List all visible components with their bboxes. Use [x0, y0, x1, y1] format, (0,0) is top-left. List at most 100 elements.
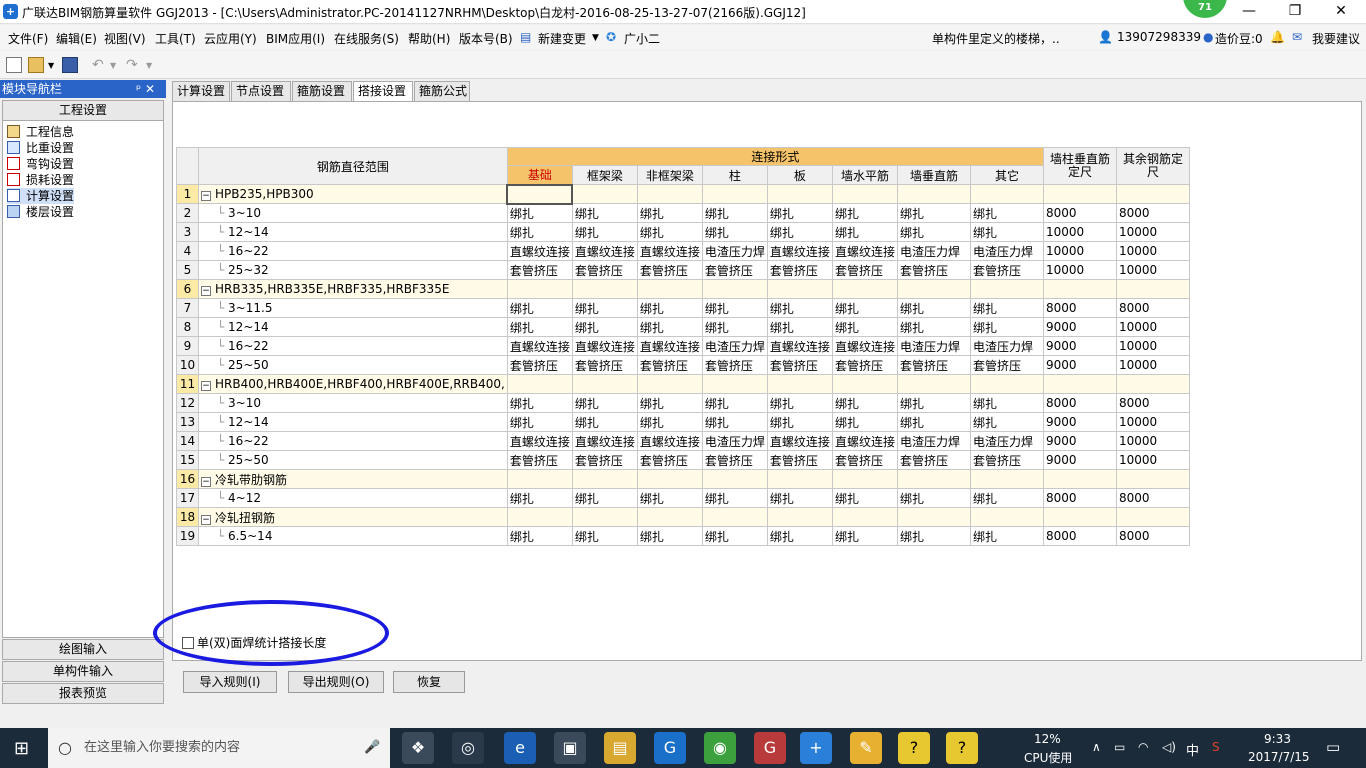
grid-cell[interactable]: 直螺纹连接 — [766, 431, 833, 451]
grid-cell[interactable] — [506, 469, 573, 489]
grid-cell[interactable]: 套管挤压 — [896, 260, 971, 280]
close-button[interactable]: ✕ — [1318, 0, 1364, 24]
grid-cell[interactable] — [1115, 374, 1190, 394]
nav-item-density[interactable]: 比重设置 — [7, 140, 74, 156]
nav-report-preview[interactable]: 报表预览 — [2, 683, 164, 704]
grid-cell[interactable]: 绑扎 — [831, 298, 898, 318]
grid-cell[interactable]: 电渣压力焊 — [896, 431, 971, 451]
grid-cell[interactable]: 10000 — [1115, 336, 1190, 356]
notifications-icon[interactable]: ▭ — [1326, 738, 1340, 756]
grid-cell[interactable]: 绑扎 — [969, 222, 1044, 242]
redo-dropdown-icon[interactable]: ▼ — [146, 61, 162, 77]
grid-cell[interactable]: 绑扎 — [571, 222, 638, 242]
grid-cell[interactable]: 绑扎 — [571, 317, 638, 337]
group-label[interactable]: − 冷轧扭钢筋 — [198, 507, 508, 527]
grid-cell[interactable] — [571, 184, 638, 204]
grid-cell[interactable] — [1115, 184, 1190, 204]
row-number[interactable]: 3 — [176, 222, 199, 242]
help-app-2-icon[interactable]: ? — [946, 732, 978, 764]
row-number[interactable]: 9 — [176, 336, 199, 356]
range-label[interactable]: └ 12~14 — [198, 317, 508, 337]
import-rules-button[interactable]: 导入规则(I) — [183, 671, 277, 693]
grid-cell[interactable] — [831, 279, 898, 299]
grid-cell[interactable]: 8000 — [1042, 298, 1117, 318]
grid-cell[interactable]: 绑扎 — [831, 488, 898, 508]
grid-cell[interactable] — [896, 184, 971, 204]
row-number[interactable]: 4 — [176, 241, 199, 261]
grid-cell[interactable]: 直螺纹连接 — [636, 241, 703, 261]
grid-cell[interactable]: 绑扎 — [896, 526, 971, 546]
app-g-icon[interactable]: G — [654, 732, 686, 764]
grid-cell[interactable]: 8000 — [1115, 393, 1190, 413]
nav-item-hook[interactable]: 弯钩设置 — [7, 156, 74, 172]
microphone-icon[interactable]: 🎤 — [364, 728, 380, 768]
grid-cell[interactable]: 10000 — [1115, 431, 1190, 451]
grid-cell[interactable]: 直螺纹连接 — [571, 241, 638, 261]
user-phone[interactable]: 13907298339 — [1117, 30, 1201, 44]
grid-cell[interactable]: 套管挤压 — [506, 260, 573, 280]
grid-cell[interactable]: 电渣压力焊 — [896, 241, 971, 261]
grid-cell[interactable]: 绑扎 — [571, 298, 638, 318]
browser-icon[interactable]: ◎ — [452, 732, 484, 764]
grid-cell[interactable]: 10000 — [1115, 450, 1190, 470]
collapse-icon[interactable]: − — [201, 381, 211, 391]
grid-cell[interactable] — [831, 469, 898, 489]
tab-node-settings[interactable]: 节点设置 — [231, 81, 291, 101]
grid-cell[interactable] — [1115, 279, 1190, 299]
menu-bim[interactable]: BIM应用(I) — [266, 30, 325, 47]
score-badge[interactable]: 71 — [1183, 0, 1227, 18]
grid-cell[interactable]: 9000 — [1042, 412, 1117, 432]
grid-cell[interactable] — [969, 184, 1044, 204]
tray-expand-icon[interactable]: ∧ — [1092, 740, 1101, 754]
group-label[interactable]: − HPB235,HPB300 — [198, 184, 508, 204]
menu-edit[interactable]: 编辑(E) — [56, 30, 97, 47]
table-row[interactable]: 9 └ 16~22 直螺纹连接 直螺纹连接 直螺纹连接 电渣压力焊 直螺纹连接 直螺纹连接 电渣… — [176, 336, 1190, 356]
range-label[interactable]: └ 25~32 — [198, 260, 508, 280]
nav-draw-input[interactable]: 绘图输入 — [2, 639, 164, 660]
sogou-icon[interactable]: S — [1212, 740, 1220, 754]
grid-cell[interactable]: 9000 — [1042, 317, 1117, 337]
group-row[interactable]: 1− HPB235,HPB300 — [176, 183, 1190, 205]
network-icon[interactable]: ▭ — [1114, 740, 1125, 754]
grid-cell[interactable] — [701, 469, 768, 489]
grid-cell[interactable] — [1042, 507, 1117, 527]
group-row[interactable]: 16− 冷轧带肋钢筋 — [176, 469, 1190, 489]
grid-cell[interactable]: 直螺纹连接 — [831, 241, 898, 261]
grid-cell[interactable] — [969, 507, 1044, 527]
tab-lap-settings[interactable]: 搭接设置 — [353, 81, 413, 102]
grid-cell[interactable] — [831, 184, 898, 204]
grid-cell[interactable]: 直螺纹连接 — [636, 431, 703, 451]
row-number[interactable]: 2 — [176, 203, 199, 223]
grid-cell[interactable] — [766, 469, 833, 489]
nav-item-calc-settings[interactable]: 计算设置 — [7, 188, 75, 204]
new-file-icon[interactable] — [6, 57, 22, 73]
grid-cell[interactable]: 绑扎 — [506, 412, 573, 432]
grid-cell[interactable]: 8000 — [1042, 393, 1117, 413]
grid-cell[interactable]: 绑扎 — [506, 488, 573, 508]
grid-cell[interactable]: 9000 — [1042, 355, 1117, 375]
grid-cell[interactable] — [506, 183, 574, 205]
store-icon[interactable]: ▣ — [554, 732, 586, 764]
grid-cell[interactable]: 套管挤压 — [701, 260, 768, 280]
menu-view[interactable]: 视图(V) — [104, 30, 146, 47]
grid-cell[interactable] — [1042, 374, 1117, 394]
range-label[interactable]: └ 4~12 — [198, 488, 508, 508]
grid-cell[interactable]: 电渣压力焊 — [969, 431, 1044, 451]
grid-cell[interactable]: 绑扎 — [831, 526, 898, 546]
grid-cell[interactable]: 电渣压力焊 — [701, 431, 768, 451]
grid-cell[interactable]: 电渣压力焊 — [969, 241, 1044, 261]
grid-cell[interactable]: 绑扎 — [701, 317, 768, 337]
notepad-icon[interactable]: ✎ — [850, 732, 882, 764]
grid-cell[interactable] — [896, 374, 971, 394]
chevron-down-icon[interactable]: ▼ — [592, 33, 599, 43]
grid-cell[interactable]: 绑扎 — [701, 298, 768, 318]
app-red-icon[interactable]: G — [754, 732, 786, 764]
grid-cell[interactable]: 绑扎 — [969, 203, 1044, 223]
grid-cell[interactable]: 绑扎 — [636, 488, 703, 508]
app-green-icon[interactable]: ◉ — [704, 732, 736, 764]
grid-cell[interactable] — [969, 279, 1044, 299]
grid-cell[interactable]: 绑扎 — [831, 203, 898, 223]
grid-cell[interactable] — [701, 184, 768, 204]
grid-cell[interactable]: 绑扎 — [636, 526, 703, 546]
export-rules-button[interactable]: 导出规则(O) — [288, 671, 384, 693]
